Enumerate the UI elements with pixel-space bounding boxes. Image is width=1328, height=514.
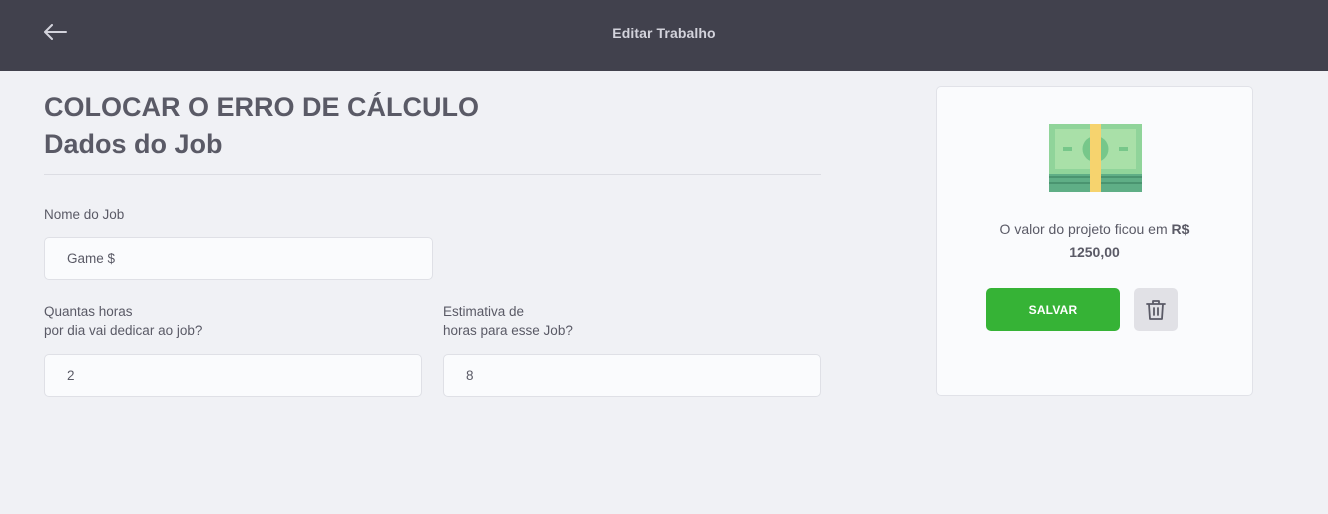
project-value-currency: R$ xyxy=(1171,221,1190,237)
error-heading: COLOCAR O ERRO DE CÁLCULO xyxy=(44,92,479,122)
divider xyxy=(44,174,821,175)
app-header: Editar Trabalho xyxy=(0,0,1328,71)
job-name-input[interactable] xyxy=(44,237,433,280)
trash-icon xyxy=(1146,299,1166,320)
job-name-label: Nome do Job xyxy=(44,207,125,222)
total-hours-input[interactable] xyxy=(443,354,821,397)
total-hours-label-line2: horas para esse Job? xyxy=(443,323,573,338)
job-form: COLOCAR O ERRO DE CÁLCULO Dados do Job N… xyxy=(44,89,821,397)
daily-hours-label-line1: Quantas horas xyxy=(44,304,133,319)
total-hours-label: Estimativa de horas para esse Job? xyxy=(443,302,573,340)
save-button[interactable]: SALVAR xyxy=(986,288,1120,331)
daily-hours-label-line2: por dia vai dedicar ao job? xyxy=(44,323,203,338)
total-hours-label-line1: Estimativa de xyxy=(443,304,525,319)
delete-button[interactable] xyxy=(1134,288,1178,331)
project-value-prefix: O valor do projeto ficou em xyxy=(999,221,1168,237)
daily-hours-input[interactable] xyxy=(44,354,422,397)
project-value-text: O valor do projeto ficou em R$ 1250,00 xyxy=(937,218,1252,264)
page-title: Editar Trabalho xyxy=(612,25,716,41)
summary-card: O valor do projeto ficou em R$ 1250,00 S… xyxy=(936,86,1253,396)
daily-hours-label: Quantas horas por dia vai dedicar ao job… xyxy=(44,302,202,340)
money-icon xyxy=(1049,124,1142,192)
project-value-amount: 1250,00 xyxy=(1069,244,1120,260)
form-title: Dados do Job xyxy=(44,129,223,159)
